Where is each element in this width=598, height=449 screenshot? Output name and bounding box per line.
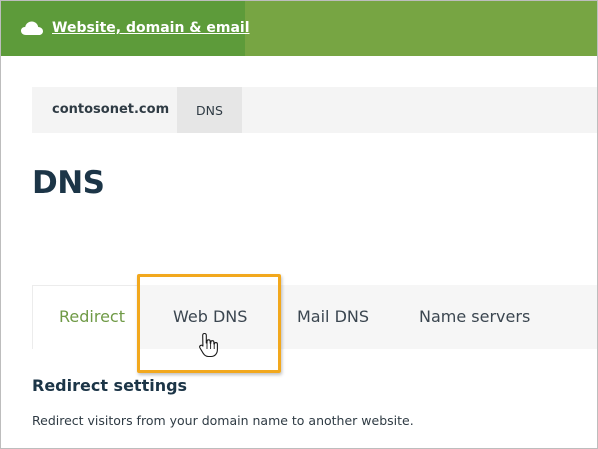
breadcrumb-domain[interactable]: contosonet.com (52, 102, 169, 117)
tab-redirect[interactable]: Redirect (59, 307, 125, 326)
nav-tab-website-domain-email[interactable]: Website, domain & email (1, 1, 250, 56)
dns-tabs: Redirect Web DNS Mail DNS Name servers (32, 285, 597, 349)
hand-pointer-icon (199, 332, 218, 358)
tab-name-servers[interactable]: Name servers (419, 307, 530, 326)
tab-mail-dns[interactable]: Mail DNS (297, 307, 369, 326)
web-dns-highlight-box (137, 274, 281, 373)
breadcrumb-current: DNS (177, 87, 242, 133)
top-navigation-bar: Website, domain & email (1, 1, 597, 56)
breadcrumb: contosonet.com DNS (32, 87, 597, 133)
app-frame: Website, domain & email contosonet.com D… (0, 0, 598, 449)
section-title: Redirect settings (32, 376, 188, 395)
website-domain-email-link[interactable]: Website, domain & email (52, 20, 250, 36)
breadcrumb-current-label: DNS (196, 103, 223, 118)
section-description: Redirect visitors from your domain name … (32, 413, 414, 428)
cloud-icon (21, 21, 43, 35)
page-title: DNS (32, 165, 105, 201)
